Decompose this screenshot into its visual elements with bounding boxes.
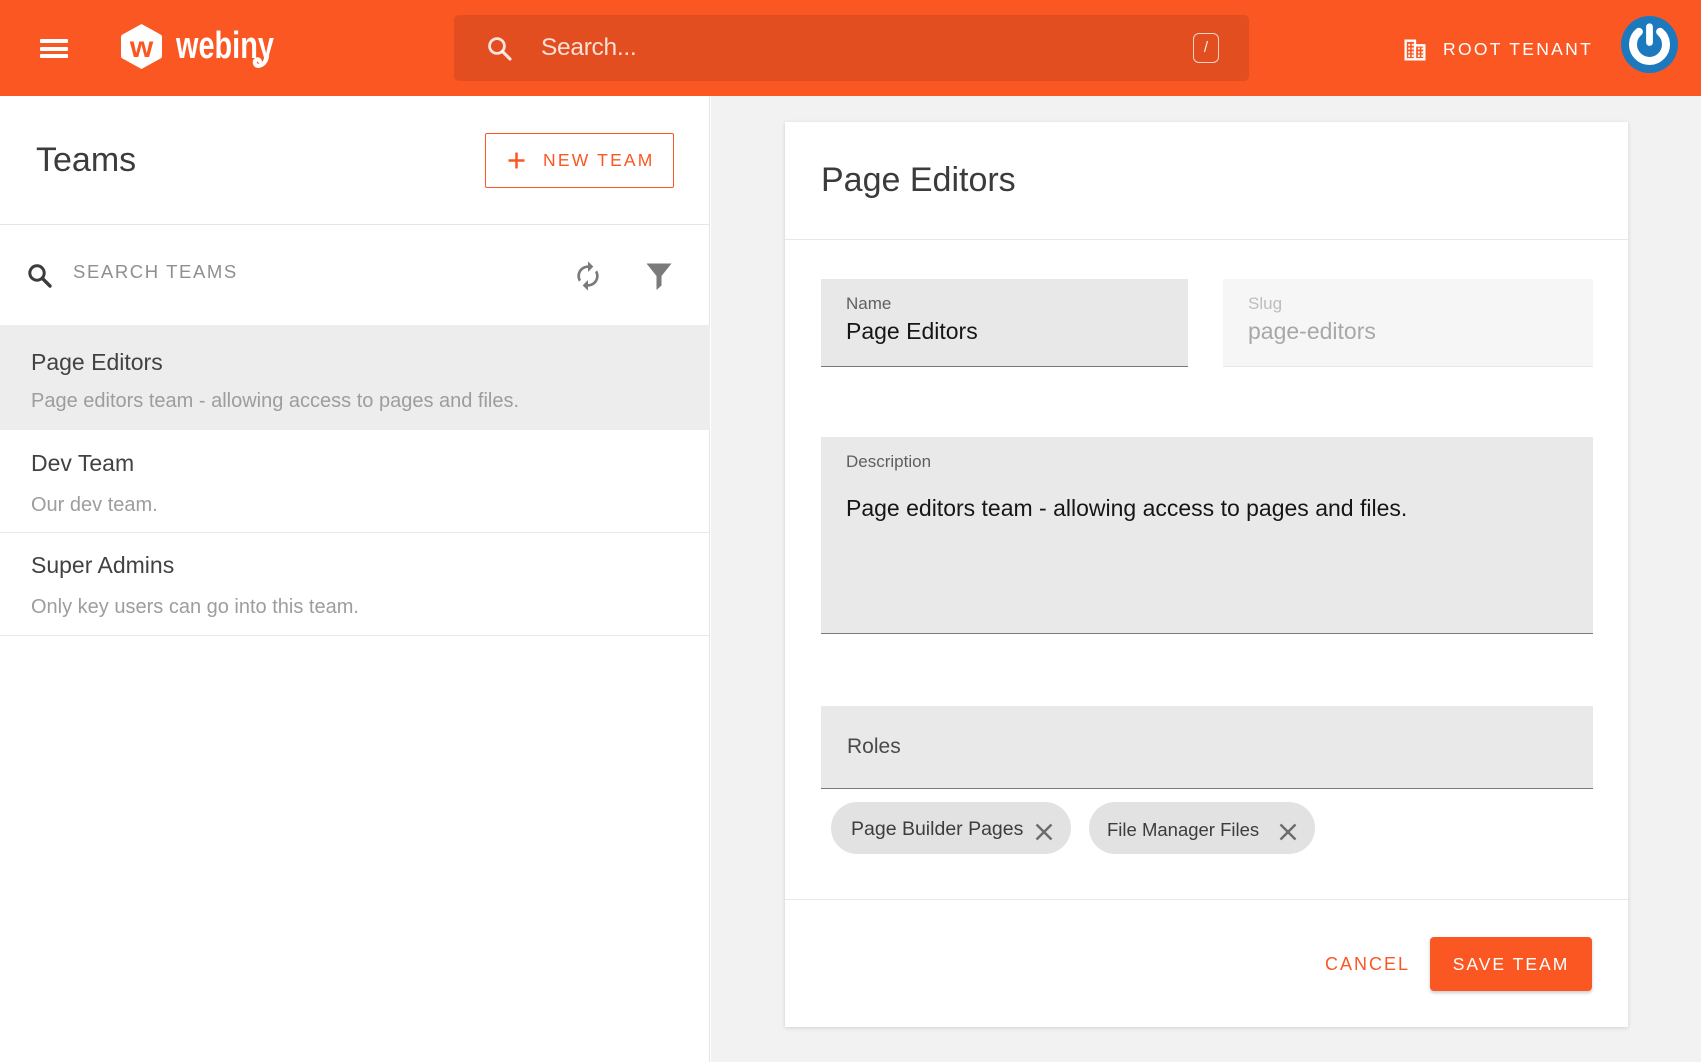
- svg-text:w: w: [129, 31, 154, 64]
